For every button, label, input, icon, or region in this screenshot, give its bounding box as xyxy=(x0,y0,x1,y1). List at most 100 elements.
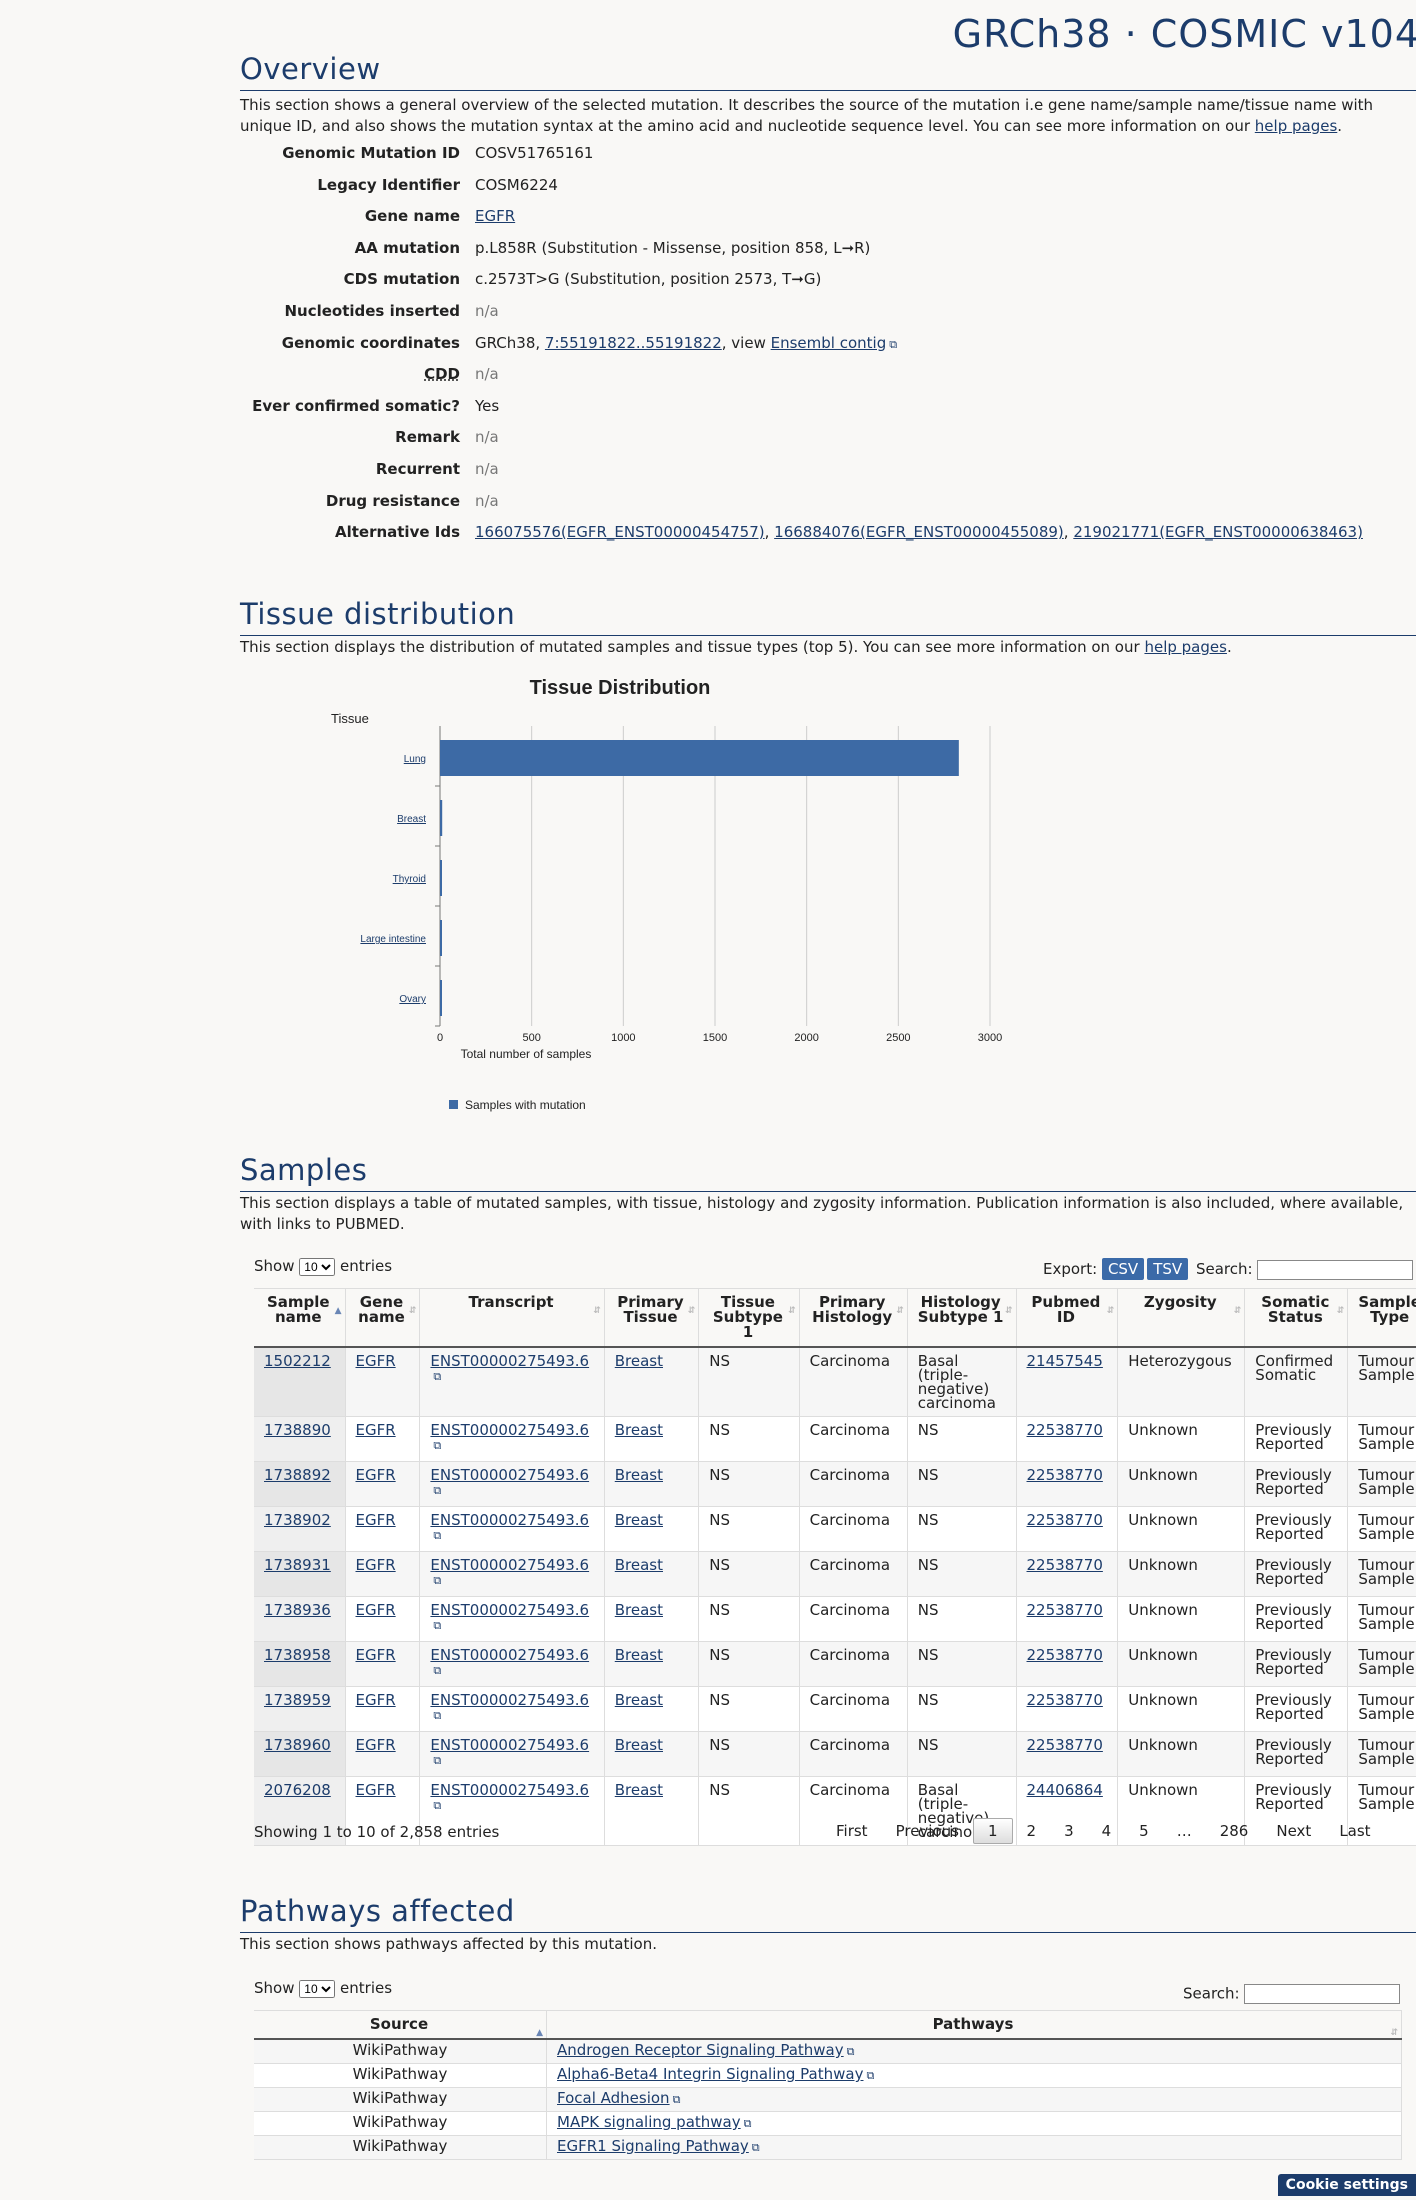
pager-first[interactable]: First xyxy=(822,1819,882,1843)
pager-previous[interactable]: Previous xyxy=(882,1819,973,1843)
gene-link[interactable]: EGFR xyxy=(356,1781,396,1799)
column-header[interactable]: Somatic Status ⇵ xyxy=(1244,1288,1349,1348)
sample-link[interactable]: 1738936 xyxy=(264,1601,331,1619)
category-label[interactable]: Ovary xyxy=(399,994,426,1005)
column-header[interactable]: Primary Histology ⇵ xyxy=(799,1288,908,1348)
sample-link[interactable]: 1738890 xyxy=(264,1421,331,1439)
pager-page[interactable]: 2 xyxy=(1013,1819,1051,1843)
pubmed-link[interactable]: 22538770 xyxy=(1027,1556,1103,1574)
column-header[interactable]: Histology Subtype 1 ⇵ xyxy=(907,1288,1017,1348)
tissue-link[interactable]: Breast xyxy=(615,1556,663,1574)
gene-link[interactable]: EGFR xyxy=(356,1421,396,1439)
sample-link[interactable]: 1738959 xyxy=(264,1691,331,1709)
pubmed-link[interactable]: 22538770 xyxy=(1027,1421,1103,1439)
sample-link[interactable]: 1738960 xyxy=(264,1736,331,1754)
pathway-link[interactable]: Androgen Receptor Signaling Pathway xyxy=(557,2041,855,2059)
pager-next[interactable]: Next xyxy=(1262,1819,1325,1843)
sample-link[interactable]: 1502212 xyxy=(264,1352,331,1370)
column-header[interactable]: Transcript ⇵ xyxy=(419,1288,605,1348)
ensembl-contig-link[interactable]: Ensembl contig xyxy=(771,334,897,352)
pathways-page-size-select[interactable]: 10 xyxy=(299,1980,336,1998)
gene-link[interactable]: EGFR xyxy=(356,1691,396,1709)
transcript-link[interactable]: ENST00000275493.6 xyxy=(430,1781,589,1813)
pubmed-link[interactable]: 22538770 xyxy=(1027,1601,1103,1619)
tissue-link[interactable]: Breast xyxy=(615,1352,663,1370)
sample-link[interactable]: 1738892 xyxy=(264,1466,331,1484)
tissue-link[interactable]: Breast xyxy=(615,1691,663,1709)
pager-last[interactable]: Last xyxy=(1325,1819,1384,1843)
pager-page[interactable]: 1 xyxy=(972,1818,1013,1844)
gene-name-link[interactable]: EGFR xyxy=(475,207,515,225)
transcript-link[interactable]: ENST00000275493.6 xyxy=(430,1352,589,1384)
pager-page[interactable]: 5 xyxy=(1125,1819,1163,1843)
tissue-link[interactable]: Breast xyxy=(615,1511,663,1529)
cookie-settings-button[interactable]: Cookie settings xyxy=(1277,2174,1416,2196)
column-header[interactable]: Zygosity ⇵ xyxy=(1117,1288,1246,1348)
samples-search-input[interactable] xyxy=(1257,1259,1414,1280)
coordinates-link[interactable]: 7:55191822..55191822 xyxy=(545,334,722,352)
transcript-link[interactable]: ENST00000275493.6 xyxy=(430,1601,589,1633)
tissue-link[interactable]: Breast xyxy=(615,1646,663,1664)
column-header[interactable]: Sample Type⇵ xyxy=(1347,1288,1416,1348)
sample-link[interactable]: 1738902 xyxy=(264,1511,331,1529)
pubmed-link[interactable]: 21457545 xyxy=(1027,1352,1103,1370)
alternative-id-link[interactable]: 166075576(EGFR_ENST00000454757) xyxy=(475,523,765,541)
column-header-pathways[interactable]: Pathways ⇵ xyxy=(546,2010,1402,2040)
gene-link[interactable]: EGFR xyxy=(356,1736,396,1754)
column-header[interactable]: Sample name ▲ xyxy=(254,1288,346,1348)
pager-page[interactable]: 4 xyxy=(1088,1819,1126,1843)
pager-page[interactable]: 3 xyxy=(1050,1819,1088,1843)
category-label[interactable]: Large intestine xyxy=(360,934,426,945)
category-label[interactable]: Breast xyxy=(397,814,426,825)
tissue-link[interactable]: Breast xyxy=(615,1781,663,1799)
overview-help-link[interactable]: help pages xyxy=(1255,117,1337,135)
export-tsv-button[interactable]: TSV xyxy=(1147,1258,1189,1280)
column-header-source[interactable]: Source ▲ xyxy=(254,2010,547,2040)
transcript-link[interactable]: ENST00000275493.6 xyxy=(430,1646,589,1678)
alternative-id-link[interactable]: 166884076(EGFR_ENST00000455089) xyxy=(774,523,1064,541)
column-header[interactable]: Pubmed ID ⇵ xyxy=(1016,1288,1119,1348)
pubmed-link[interactable]: 22538770 xyxy=(1027,1511,1103,1529)
pager-page[interactable]: 286 xyxy=(1206,1819,1263,1843)
transcript-link[interactable]: ENST00000275493.6 xyxy=(430,1556,589,1588)
category-label[interactable]: Lung xyxy=(404,754,426,765)
column-header-label: Histology Subtype 1 xyxy=(917,1293,1004,1326)
tissue-help-link[interactable]: help pages xyxy=(1144,638,1226,656)
export-csv-button[interactable]: CSV xyxy=(1101,1258,1145,1280)
pubmed-link[interactable]: 22538770 xyxy=(1027,1466,1103,1484)
gene-link[interactable]: EGFR xyxy=(356,1601,396,1619)
pathway-link[interactable]: Focal Adhesion xyxy=(557,2089,680,2107)
tissue-link[interactable]: Breast xyxy=(615,1466,663,1484)
samples-page-size-select[interactable]: 10 xyxy=(299,1258,336,1276)
gene-link[interactable]: EGFR xyxy=(356,1556,396,1574)
column-header[interactable]: Primary Tissue ⇵ xyxy=(604,1288,700,1348)
tissue-link[interactable]: Breast xyxy=(615,1601,663,1619)
sample-link[interactable]: 1738931 xyxy=(264,1556,331,1574)
category-label[interactable]: Thyroid xyxy=(393,874,426,885)
pubmed-link[interactable]: 24406864 xyxy=(1027,1781,1103,1799)
transcript-link[interactable]: ENST00000275493.6 xyxy=(430,1466,589,1498)
column-header[interactable]: Gene name ⇵ xyxy=(345,1288,421,1348)
pubmed-link[interactable]: 22538770 xyxy=(1027,1691,1103,1709)
transcript-link[interactable]: ENST00000275493.6 xyxy=(430,1421,589,1453)
table-cell: 22538770 xyxy=(1016,1551,1119,1597)
transcript-link[interactable]: ENST00000275493.6 xyxy=(430,1511,589,1543)
gene-link[interactable]: EGFR xyxy=(356,1352,396,1370)
pathway-link[interactable]: EGFR1 Signaling Pathway xyxy=(557,2137,760,2155)
pubmed-link[interactable]: 22538770 xyxy=(1027,1736,1103,1754)
pathways-search-input[interactable] xyxy=(1244,1984,1401,2004)
gene-link[interactable]: EGFR xyxy=(356,1646,396,1664)
pathway-link[interactable]: MAPK signaling pathway xyxy=(557,2113,752,2131)
tissue-link[interactable]: Breast xyxy=(615,1736,663,1754)
gene-link[interactable]: EGFR xyxy=(356,1466,396,1484)
pathway-link[interactable]: Alpha6-Beta4 Integrin Signaling Pathway xyxy=(557,2065,874,2083)
gene-link[interactable]: EGFR xyxy=(356,1511,396,1529)
transcript-link[interactable]: ENST00000275493.6 xyxy=(430,1691,589,1723)
alternative-id-link[interactable]: 219021771(EGFR_ENST00000638463) xyxy=(1073,523,1363,541)
tissue-link[interactable]: Breast xyxy=(615,1421,663,1439)
sample-link[interactable]: 2076208 xyxy=(264,1781,331,1799)
pubmed-link[interactable]: 22538770 xyxy=(1027,1646,1103,1664)
transcript-link[interactable]: ENST00000275493.6 xyxy=(430,1736,589,1768)
sample-link[interactable]: 1738958 xyxy=(264,1646,331,1664)
column-header[interactable]: Tissue Subtype 1 ⇵ xyxy=(698,1288,800,1348)
